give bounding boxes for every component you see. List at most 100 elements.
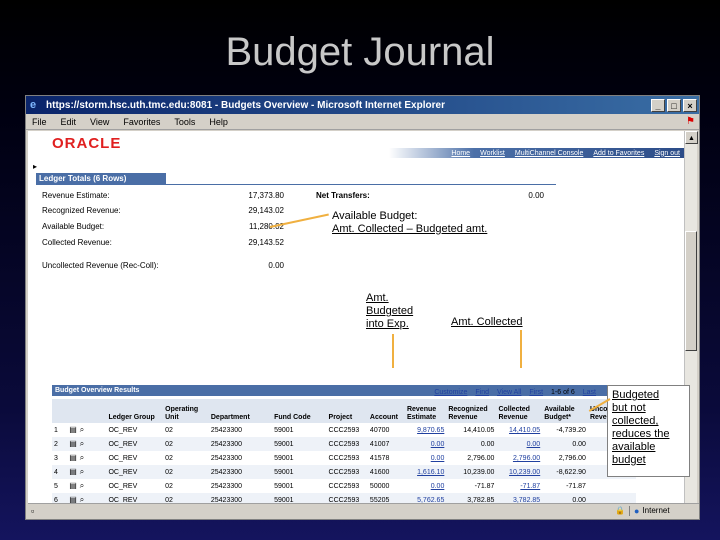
cell-fund: 59001 xyxy=(272,493,327,503)
close-button[interactable]: × xyxy=(683,98,697,112)
cell-fund: 59001 xyxy=(272,465,327,479)
row-action-icons[interactable]: ▤⌕ xyxy=(67,451,107,465)
row-number: 2 xyxy=(52,437,68,451)
cell-project: CCC2593 xyxy=(326,465,368,479)
slide-title: Budget Journal xyxy=(225,30,495,74)
cell-dept: 25423300 xyxy=(208,437,273,451)
ledger-label: Recognized Revenue: xyxy=(42,206,121,215)
cell-estimate[interactable]: 0.00 xyxy=(404,479,447,493)
table-row: 2 ▤⌕ OC_REV 02 25423300 59001 CCC2593 41… xyxy=(52,437,636,451)
cell-ledger: OC_REV xyxy=(106,437,164,451)
cell-project: CCC2593 xyxy=(326,437,368,451)
row-number: 4 xyxy=(52,465,68,479)
minimize-button[interactable]: _ xyxy=(651,98,665,112)
cell-estimate[interactable]: 5,762.65 xyxy=(404,493,447,503)
ledger-label: Uncollected Revenue (Rec-Coll): xyxy=(42,261,159,270)
cell-unit: 02 xyxy=(163,423,209,437)
menu-file[interactable]: File xyxy=(32,117,47,127)
collected-callout-text: Amt. Collected xyxy=(451,316,523,328)
cell-dept: 25423300 xyxy=(208,451,273,465)
cell-account: 40700 xyxy=(367,423,405,437)
table-row: 6 ▤⌕ OC_REV 02 25423300 59001 CCC2593 55… xyxy=(52,493,636,503)
callout-box-line: collected, xyxy=(612,415,659,427)
nav-sign-out[interactable]: Sign out xyxy=(654,150,680,157)
cell-available: -4,739.20 xyxy=(542,423,588,437)
col-account: Account xyxy=(367,399,405,423)
cell-collected[interactable]: 10,239.00 xyxy=(496,465,543,479)
grid-navigation: Customize Find View All First 1-6 of 6 L… xyxy=(52,389,636,398)
row-number: 5 xyxy=(52,479,68,493)
menu-view[interactable]: View xyxy=(90,117,109,127)
ledger-totals-header: Ledger Totals (6 Rows) xyxy=(36,173,166,184)
menu-edit[interactable]: Edit xyxy=(61,117,77,127)
grid-view-all-link[interactable]: View All xyxy=(497,389,521,398)
row-action-icons[interactable]: ▤⌕ xyxy=(67,493,107,503)
cell-unit: 02 xyxy=(163,451,209,465)
available-callout-title: Available Budget: xyxy=(332,210,418,222)
cell-account: 41578 xyxy=(367,451,405,465)
cell-project: CCC2593 xyxy=(326,479,368,493)
cell-ledger: OC_REV xyxy=(106,479,164,493)
net-transfers-value: 0.00 xyxy=(528,191,544,200)
col-recognized-revenue: Recognized Revenue xyxy=(446,399,497,423)
cell-uncollected xyxy=(587,493,636,503)
grid-first-link[interactable]: First xyxy=(529,389,543,398)
budgeted-not-collected-callout: Budgeted but not collected, reduces the … xyxy=(607,385,690,477)
menu-favorites[interactable]: Favorites xyxy=(123,117,160,127)
nav-multichannel[interactable]: MultiChannel Console xyxy=(515,150,583,157)
maximize-button[interactable]: □ xyxy=(667,98,681,112)
cell-collected[interactable]: 3,782.85 xyxy=(496,493,543,503)
row-number: 1 xyxy=(52,423,68,437)
cell-estimate[interactable]: 0.00 xyxy=(404,451,447,465)
grid-find-link[interactable]: Find xyxy=(475,389,489,398)
scroll-thumb[interactable] xyxy=(685,231,697,351)
scroll-up-icon[interactable]: ▲ xyxy=(685,131,698,144)
top-navigation: Home Worklist MultiChannel Console Add t… xyxy=(28,148,684,158)
windows-flag-icon: ⚑ xyxy=(686,116,695,127)
row-action-icons[interactable]: ▤⌕ xyxy=(67,437,107,451)
row-action-icons[interactable]: ▤⌕ xyxy=(67,423,107,437)
cell-estimate[interactable]: 1,616.10 xyxy=(404,465,447,479)
callout-box-line: reduces the xyxy=(612,428,670,440)
table-row: 4 ▤⌕ OC_REV 02 25423300 59001 CCC2593 41… xyxy=(52,465,636,479)
cell-estimate[interactable]: 9,870.65 xyxy=(404,423,447,437)
col-ledger-group: Ledger Group xyxy=(106,399,164,423)
cell-collected[interactable]: 2,796.00 xyxy=(496,451,543,465)
col-actions xyxy=(67,399,107,423)
budgeted-callout-line: into Exp. xyxy=(366,318,409,330)
col-fund-code: Fund Code xyxy=(272,399,327,423)
cell-estimate[interactable]: 0.00 xyxy=(404,437,447,451)
row-action-icons[interactable]: ▤⌕ xyxy=(67,465,107,479)
cell-collected[interactable]: -71.87 xyxy=(496,479,543,493)
cell-collected[interactable]: 0.00 xyxy=(496,437,543,451)
callout-box-line: but not xyxy=(612,402,646,414)
row-action-icons[interactable]: ▤⌕ xyxy=(67,479,107,493)
browser-window: e https://storm.hsc.uth.tmc.edu:8081 - B… xyxy=(25,95,700,520)
cell-dept: 25423300 xyxy=(208,423,273,437)
page-content: ORACLE Home Worklist MultiChannel Consol… xyxy=(28,131,684,503)
cell-collected[interactable]: 14,410.05 xyxy=(496,423,543,437)
nav-worklist[interactable]: Worklist xyxy=(480,150,505,157)
ledger-value: 29,143.52 xyxy=(248,238,284,247)
cell-fund: 59001 xyxy=(272,423,327,437)
nav-add-favorites[interactable]: Add to Favorites xyxy=(593,150,644,157)
cell-account: 41600 xyxy=(367,465,405,479)
grid-customize-link[interactable]: Customize xyxy=(434,389,467,398)
cell-account: 41007 xyxy=(367,437,405,451)
table-row: 1 ▤⌕ OC_REV 02 25423300 59001 CCC2593 40… xyxy=(52,423,636,437)
available-budget-callout: Available Budget: Amt. Collected – Budge… xyxy=(332,210,487,236)
cell-fund: 59001 xyxy=(272,451,327,465)
cell-recognized: -71.87 xyxy=(446,479,497,493)
cell-available: 2,796.00 xyxy=(542,451,588,465)
col-available-budget: Available Budget* xyxy=(542,399,588,423)
grid-range: 1-6 of 6 xyxy=(551,389,575,396)
cell-fund: 59001 xyxy=(272,479,327,493)
net-transfers-label: Net Transfers: xyxy=(316,191,370,200)
menu-tools[interactable]: Tools xyxy=(174,117,195,127)
grid-last-link[interactable]: Last xyxy=(583,389,596,398)
callout-box-line: Budgeted xyxy=(612,389,660,401)
collected-callout-arrow xyxy=(520,330,522,368)
menu-help[interactable]: Help xyxy=(209,117,228,127)
cell-available: 0.00 xyxy=(542,493,588,503)
nav-home[interactable]: Home xyxy=(451,150,470,157)
